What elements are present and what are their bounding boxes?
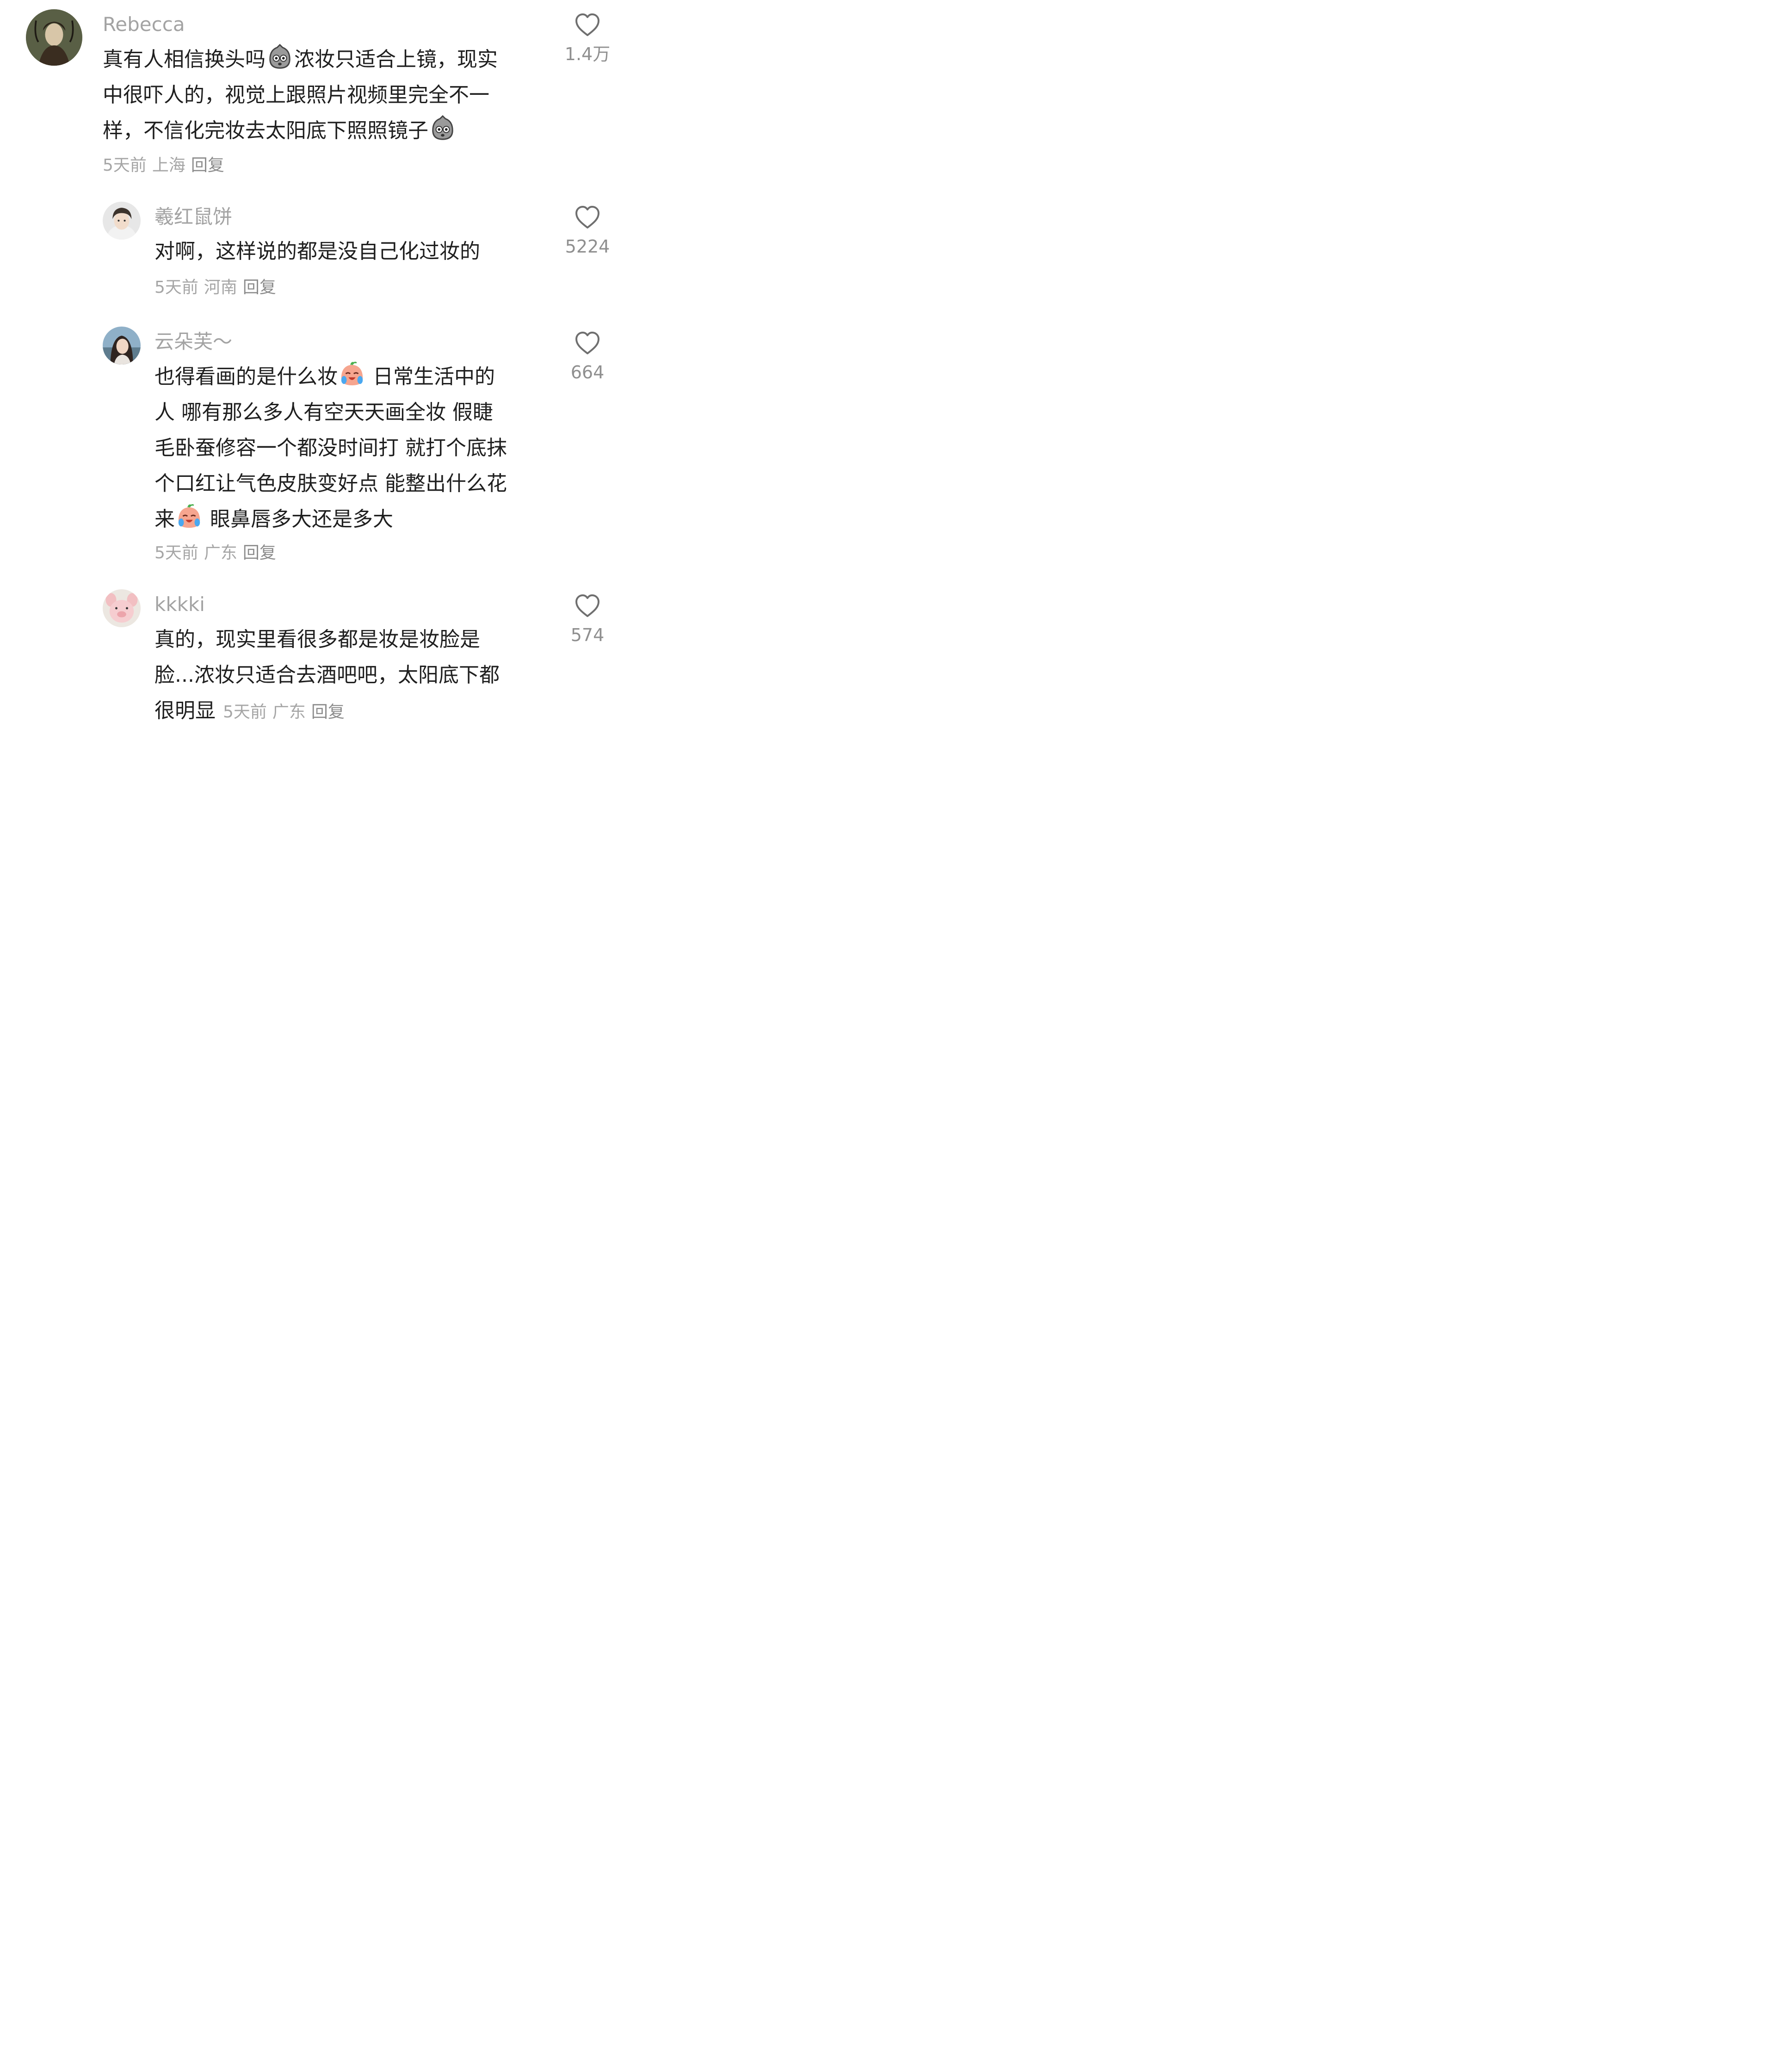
like-count: 5224 [565, 236, 610, 257]
like-button[interactable]: 5224 [555, 204, 620, 257]
comment-line: 脸...浓妆只适合去酒吧吧，太阳底下都 [154, 663, 500, 687]
heart-icon[interactable] [574, 11, 601, 39]
avatar-person-icon[interactable] [103, 202, 141, 240]
avatar-portrait-icon[interactable] [26, 9, 82, 66]
comment-time: 5天前 [103, 156, 147, 175]
comment-location: 广东 [204, 543, 237, 562]
shocked-face-emoji [429, 114, 456, 141]
comment-meta: 5天前 河南 回复 [154, 278, 282, 298]
comment-line: 人 哪有那么多人有空天天画全妆 假睫 [154, 401, 493, 424]
comment-time: 5天前 [154, 278, 198, 297]
comment-line: 很明显 5天前 广东 回复 [154, 693, 500, 728]
like-count: 664 [570, 362, 605, 383]
like-button[interactable]: 664 [555, 329, 620, 383]
username[interactable]: Rebecca [103, 13, 185, 36]
reply-button[interactable]: 回复 [311, 703, 345, 722]
reply-button[interactable]: 回复 [243, 543, 276, 562]
comment-text: 也得看画的是什么妆 日常生活中的 人 哪有那么多人有空天天画全妆 假睫 毛卧蚕修… [154, 359, 507, 537]
comment-location: 上海 [152, 156, 185, 175]
avatar-pig-toy-icon[interactable] [103, 589, 141, 627]
crying-laugh-emoji [176, 503, 203, 530]
comment-line: 也得看画的是什么妆 日常生活中的 [154, 359, 507, 395]
comment-time: 5天前 [223, 703, 267, 722]
comment-text: 真的，现实里看很多都是妆是妆脸是 脸...浓妆只适合去酒吧吧，太阳底下都 很明显… [154, 622, 500, 728]
comment-time: 5天前 [154, 543, 198, 562]
heart-icon[interactable] [574, 204, 601, 231]
crying-laugh-emoji [339, 360, 365, 387]
comment-line: 真的，现实里看很多都是妆是妆脸是 [154, 628, 480, 651]
like-button[interactable]: 574 [555, 592, 620, 646]
shocked-face-emoji [266, 43, 293, 70]
reply-button[interactable]: 回复 [191, 156, 224, 175]
comment-line: 真有人相信换头吗 浓妆只适合上镜，现实 [103, 42, 498, 77]
comment-meta: 5天前 上海 回复 [103, 155, 230, 176]
like-button[interactable]: 1.4万 [555, 11, 620, 65]
comment-line: 毛卧蚕修容一个都没时间打 就打个底抹 [154, 436, 507, 460]
comment-meta: 5天前 广东 回复 [223, 703, 350, 722]
comment-line: 对啊，这样说的都是没自己化过妆的 [154, 240, 480, 263]
comment-text: 对啊，这样说的都是没自己化过妆的 [154, 234, 480, 269]
comment-line: 中很吓人的，视觉上跟照片视频里完全不一 [103, 83, 489, 107]
comment-line: 来 眼鼻唇多大还是多大 [154, 501, 507, 537]
heart-icon[interactable] [574, 592, 601, 620]
username[interactable]: kkkki [154, 593, 205, 616]
username[interactable]: 云朵芙～ [154, 330, 232, 353]
like-count: 1.4万 [564, 44, 611, 64]
comment-location: 河南 [204, 278, 237, 297]
comment-meta: 5天前 广东 回复 [154, 543, 282, 563]
comment-line: 个口红让气色皮肤变好点 能整出什么花 [154, 472, 507, 495]
reply-button[interactable]: 回复 [243, 278, 276, 297]
like-count: 574 [570, 625, 605, 645]
comment-line: 样，不信化完妆去太阳底下照照镜子 [103, 113, 498, 148]
avatar-girl-icon[interactable] [103, 327, 141, 364]
heart-icon[interactable] [574, 329, 601, 357]
comment-location: 广东 [272, 703, 306, 722]
username[interactable]: 羲红鼠饼 [154, 205, 232, 228]
comment-text: 真有人相信换头吗 浓妆只适合上镜，现实 中很吓人的，视觉上跟照片视频里完全不一 样… [103, 42, 498, 148]
